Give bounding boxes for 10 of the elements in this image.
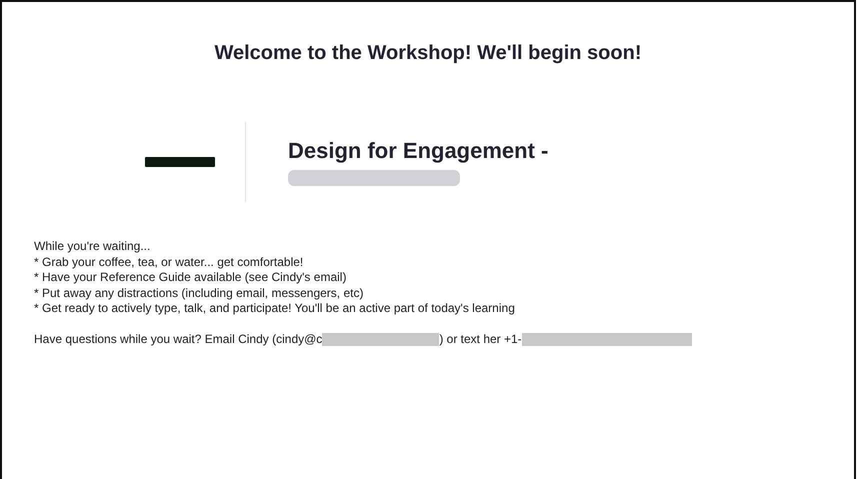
bullet-text: * Get ready to actively type, talk, and participate! You'll be an active part of today's learning xyxy=(34,301,516,316)
contact-text: ) or text her +1- xyxy=(439,332,522,347)
logo-image xyxy=(145,157,215,167)
bullet-text: * Grab your coffee, tea, or water... get comfortable! xyxy=(34,254,304,270)
welcome-title: Welcome to the Workshop! We'll begin soon! xyxy=(213,41,642,65)
event-title: Design for Engagement - xyxy=(288,138,548,164)
contact-text: Have questions while you wait? Email Cindy (cindy@c xyxy=(34,332,322,347)
bullet-text: * Have your Reference Guide available (see Cindy's email) xyxy=(34,270,348,286)
intro-text: While you're waiting... xyxy=(34,239,152,254)
bullet-text: * Put away any distractions (including email, messengers, etc) xyxy=(34,286,364,301)
